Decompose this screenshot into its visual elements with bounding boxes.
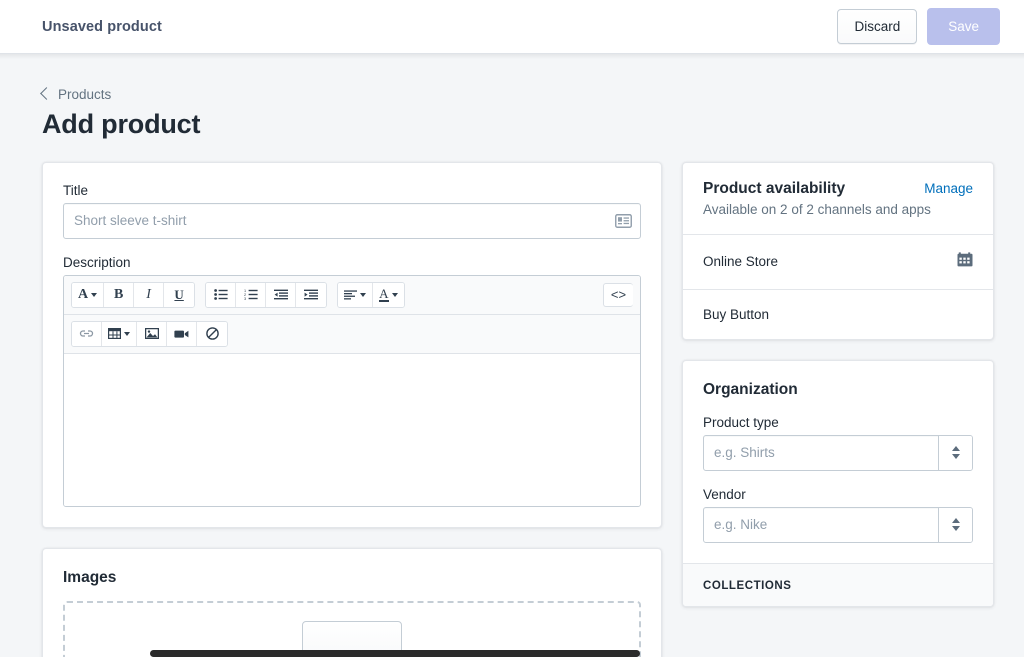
vendor-label: Vendor: [703, 486, 746, 502]
italic-button[interactable]: I: [134, 282, 165, 307]
product-type-field[interactable]: [703, 434, 973, 471]
code-view-button[interactable]: <>: [603, 282, 633, 307]
availability-title: Product availability: [703, 179, 846, 197]
font-style-dropdown[interactable]: A: [72, 282, 105, 307]
availability-header: Product availability Manage Available on…: [683, 163, 993, 235]
horizontal-scrollbar[interactable]: [150, 650, 640, 657]
product-details-card: Title Short sleeve t-shirt Description A…: [42, 161, 662, 528]
toolbar-group-insert: [71, 320, 228, 347]
chevron-down-icon: [91, 292, 98, 297]
title-label: Title: [63, 182, 89, 198]
images-card-body: Images: [43, 549, 661, 657]
organization-card: Organization Product type Vendor: [682, 359, 994, 607]
text-color-dropdown[interactable]: A: [373, 282, 404, 307]
collections-section-label: COLLECTIONS: [683, 562, 993, 606]
clear-formatting-icon[interactable]: [197, 321, 227, 346]
page-container: Products Add product Title Short sleeve …: [0, 59, 1024, 657]
discard-button[interactable]: Discard: [837, 8, 918, 45]
bulleted-list-button[interactable]: [206, 282, 237, 307]
breadcrumb-label: Products: [58, 86, 112, 102]
chevron-down-icon: [360, 292, 367, 297]
product-details-body: Title Short sleeve t-shirt Description A…: [43, 163, 661, 527]
svg-text:3: 3: [244, 297, 246, 300]
channel-name: Buy Button: [703, 306, 770, 322]
page-title: Add product: [42, 108, 201, 139]
description-textarea[interactable]: [64, 353, 640, 506]
numbered-list-button[interactable]: 1 2 3: [236, 282, 267, 307]
context-bar-actions: Discard Save: [837, 7, 1000, 46]
secondary-column: Product availability Manage Available on…: [682, 161, 994, 607]
description-editor: A B I U 1 2 3 A <>: [63, 274, 641, 507]
product-type-label: Product type: [703, 414, 779, 430]
availability-subtitle: Available on 2 of 2 channels and apps: [703, 201, 931, 217]
save-button[interactable]: Save: [927, 7, 1000, 46]
chevron-up-icon: [951, 518, 960, 523]
description-label: Description: [63, 254, 131, 270]
title-field[interactable]: [63, 202, 641, 239]
insert-link-icon[interactable]: [72, 321, 102, 346]
organization-title: Organization: [703, 380, 798, 398]
insert-video-icon[interactable]: [167, 321, 197, 346]
product-availability-card: Product availability Manage Available on…: [682, 161, 994, 340]
channel-row-online-store[interactable]: Online Store: [683, 235, 993, 290]
toolbar-group-text-style: A B I U: [71, 281, 196, 308]
vendor-input[interactable]: [704, 507, 938, 542]
chevron-down-icon: [124, 331, 130, 336]
images-title: Images: [63, 568, 117, 586]
breadcrumb[interactable]: Products: [40, 86, 112, 102]
organization-body: Organization Product type Vendor: [683, 361, 993, 563]
title-input[interactable]: [64, 203, 606, 238]
id-card-icon[interactable]: [606, 213, 640, 228]
text-align-dropdown[interactable]: [338, 282, 374, 307]
manage-link[interactable]: Manage: [924, 181, 973, 196]
outdent-button[interactable]: [266, 282, 297, 307]
toolbar-group-align-color: A: [337, 281, 405, 308]
primary-column: Title Short sleeve t-shirt Description A…: [42, 161, 662, 657]
product-type-stepper[interactable]: [938, 435, 972, 470]
editor-toolbar-row-1: A B I U 1 2 3 A <>: [64, 275, 640, 315]
insert-table-dropdown[interactable]: [102, 321, 137, 346]
context-bar: Unsaved product Discard Save: [0, 0, 1024, 54]
layout-columns: Title Short sleeve t-shirt Description A…: [42, 161, 994, 657]
image-dropzone[interactable]: [63, 600, 641, 657]
editor-toolbar-row-2: [64, 314, 640, 354]
product-type-input[interactable]: [704, 435, 938, 470]
vendor-stepper[interactable]: [938, 507, 972, 542]
insert-image-icon[interactable]: [137, 321, 167, 346]
bold-button[interactable]: B: [104, 282, 135, 307]
toolbar-group-lists: 1 2 3: [205, 281, 328, 308]
chevron-down-icon: [391, 292, 398, 297]
vendor-field[interactable]: [703, 506, 973, 543]
calendar-icon: [957, 251, 973, 272]
unsaved-product-title: Unsaved product: [42, 18, 162, 35]
availability-head-row: Product availability Manage: [703, 180, 973, 198]
images-card: Images: [42, 547, 662, 657]
chevron-down-icon: [951, 526, 960, 531]
channel-row-buy-button[interactable]: Buy Button: [683, 290, 993, 339]
chevron-up-icon: [951, 446, 960, 451]
chevron-down-icon: [951, 454, 960, 459]
channel-name: Online Store: [703, 254, 779, 269]
chevron-left-icon: [40, 87, 53, 100]
indent-button[interactable]: [296, 282, 327, 307]
underline-button[interactable]: U: [164, 282, 195, 307]
